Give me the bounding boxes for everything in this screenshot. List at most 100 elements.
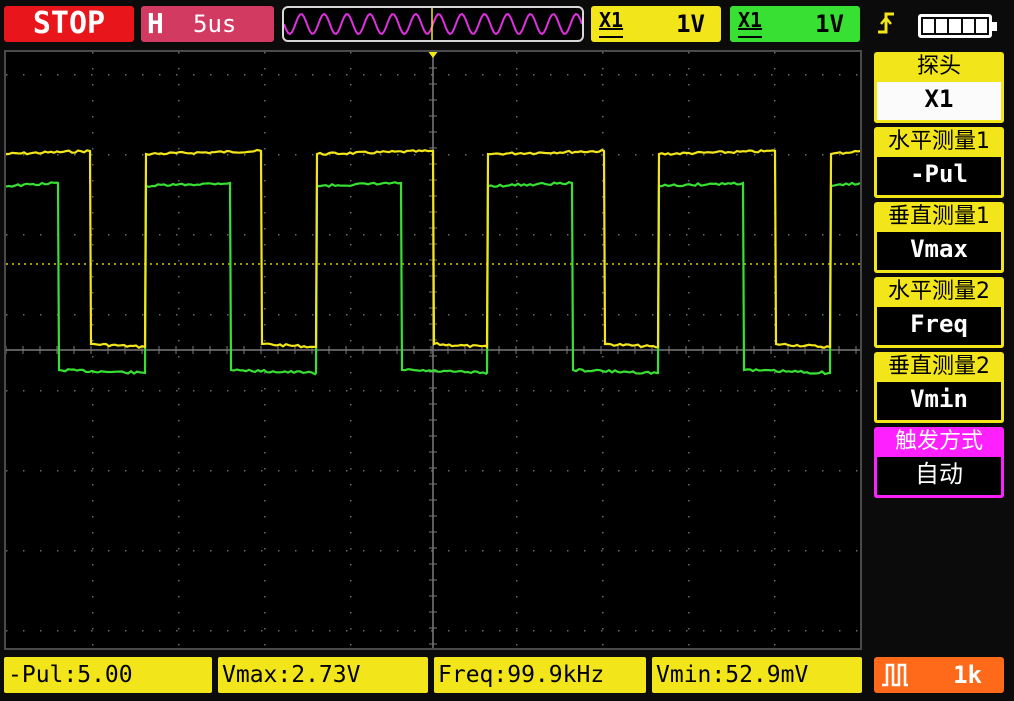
grid-dot (346, 314, 348, 316)
oscilloscope-screen[interactable] (4, 50, 862, 650)
grid-dot (516, 580, 518, 582)
grid-dot (774, 548, 776, 550)
grid-dot (688, 68, 690, 70)
grid-dot (92, 180, 94, 182)
grid-dot (567, 234, 569, 236)
grid-dot (74, 154, 76, 156)
grid-dot (350, 372, 352, 374)
grid-dot (516, 564, 518, 566)
channel1-settings[interactable]: X1 1V (591, 6, 721, 42)
grid-dot (516, 550, 518, 552)
grid-dot (210, 550, 212, 552)
grid-dot (688, 548, 690, 550)
grid-dot (264, 404, 266, 406)
grid-dot (178, 484, 180, 486)
grid-dot (178, 404, 180, 406)
grid-dot (244, 74, 246, 76)
grid-dot (264, 292, 266, 294)
grid-dot (601, 550, 603, 552)
grid-dot (635, 314, 637, 316)
grid-dot (142, 470, 144, 472)
grid-dot (264, 180, 266, 182)
grid-dot (788, 630, 790, 632)
grid-dot (244, 550, 246, 552)
grid-dot (805, 550, 807, 552)
grid-dot (178, 212, 180, 214)
grid-dot (92, 388, 94, 390)
grid-dot (264, 132, 266, 134)
grid-dot (350, 132, 352, 134)
grid-dot (264, 436, 266, 438)
grid-dot (602, 68, 604, 70)
grid-dot (92, 580, 94, 582)
grid-dot (602, 644, 604, 646)
grid-dot (329, 470, 331, 472)
grid-dot (602, 596, 604, 598)
grid-dot (635, 470, 637, 472)
grid-dot (178, 100, 180, 102)
grid-dot (244, 314, 246, 316)
grid-dot (264, 116, 266, 118)
grid-dot (688, 100, 690, 102)
grid-dot (227, 234, 229, 236)
grid-dot (397, 154, 399, 156)
grid-dot (142, 630, 144, 632)
grid-dot (57, 154, 59, 156)
menu-probe[interactable]: 探头 X1 (874, 52, 1004, 123)
grid-dot (397, 550, 399, 552)
grid-dot (720, 234, 722, 236)
grid-dot (264, 500, 266, 502)
grid-dot (602, 468, 604, 470)
grid-dot (178, 164, 180, 166)
grid-dot (278, 74, 280, 76)
menu-vertical-measure-1[interactable]: 垂直测量1 Vmax (874, 202, 1004, 273)
grid-dot (414, 390, 416, 392)
grid-dot (856, 74, 858, 76)
timebase-value: 5us (193, 10, 237, 38)
grid-dot (737, 74, 739, 76)
grid-dot (264, 516, 266, 518)
run-stop-button[interactable]: STOP (4, 6, 134, 42)
grid-dot (856, 470, 858, 472)
frequency-counter[interactable]: 1k (874, 657, 1004, 693)
menu-trigger-mode[interactable]: 触发方式 自动 (874, 427, 1004, 498)
grid-dot (601, 314, 603, 316)
grid-dot (839, 630, 841, 632)
grid-dot (516, 548, 518, 550)
menu-vmeas2-title: 垂直测量2 (874, 352, 1004, 382)
channel2-settings[interactable]: X1 1V (730, 6, 860, 42)
grid-dot (516, 276, 518, 278)
grid-dot (686, 314, 688, 316)
grid-dot (602, 628, 604, 630)
grid-dot (465, 470, 467, 472)
grid-dot (178, 436, 180, 438)
menu-trigger-title: 触发方式 (874, 427, 1004, 457)
timebase-indicator[interactable]: H 5us (141, 6, 274, 42)
grid-dot (92, 292, 94, 294)
grid-dot (92, 212, 94, 214)
grid-dot (264, 468, 266, 470)
grid-dot (516, 164, 518, 166)
menu-horizontal-measure-2[interactable]: 水平测量2 Freq (874, 277, 1004, 348)
menu-horizontal-measure-1[interactable]: 水平测量1 -Pul (874, 127, 1004, 198)
menu-vertical-measure-2[interactable]: 垂直测量2 Vmin (874, 352, 1004, 423)
grid-dot (108, 314, 110, 316)
grid-dot (210, 74, 212, 76)
grid-dot (74, 470, 76, 472)
grid-dot (92, 68, 94, 70)
grid-dot (264, 644, 266, 646)
grid-dot (264, 228, 266, 230)
menu-hmeas2-title: 水平测量2 (874, 277, 1004, 307)
grid-dot (771, 550, 773, 552)
grid-dot (227, 550, 229, 552)
grid-dot (40, 630, 42, 632)
grid-dot (839, 550, 841, 552)
grid-dot (178, 356, 180, 358)
grid-dot (516, 470, 518, 472)
grid-dot (652, 74, 654, 76)
grid-dot (125, 154, 127, 156)
grid-dot (602, 276, 604, 278)
grid-dot (350, 628, 352, 630)
grid-dot (774, 452, 776, 454)
measurement-neg-pulse: -Pul:5.00 (4, 657, 212, 693)
